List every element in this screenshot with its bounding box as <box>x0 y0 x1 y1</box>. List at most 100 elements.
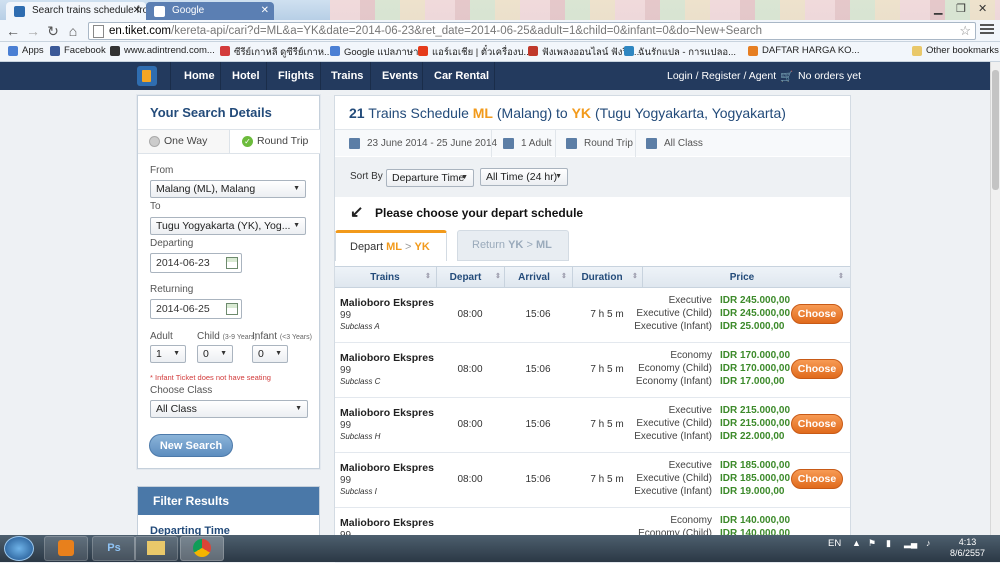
forward-icon[interactable]: → <box>24 22 42 40</box>
from-name: (Malang) <box>496 105 553 121</box>
system-clock[interactable]: 4:13 8/6/2557 <box>950 537 985 559</box>
sort-icon[interactable]: ⇕ <box>632 272 638 280</box>
return-tab[interactable]: Return YK > ML <box>457 230 569 261</box>
explorer-icon[interactable] <box>134 536 178 561</box>
infant-value: 0 <box>258 348 264 360</box>
back-icon[interactable]: ← <box>4 22 22 40</box>
to-word: to <box>556 105 568 121</box>
to-name: (Tugu Yogyakarta, Yogyakarta) <box>594 105 786 121</box>
google-favicon-icon <box>154 6 165 17</box>
bookmark-item[interactable]: Google แปลภาษา <box>330 45 418 60</box>
home-icon[interactable]: ⌂ <box>64 22 82 40</box>
chrome-menu-icon[interactable] <box>980 22 994 36</box>
choose-button[interactable]: Choose <box>791 304 843 324</box>
nav-hotel[interactable]: Hotel <box>232 70 260 82</box>
to-select[interactable]: Tugu Yogyakarta (YK), Yog... ▼ <box>150 217 306 235</box>
volume-icon[interactable]: ♪ <box>926 538 931 548</box>
class-select[interactable]: All Class ▼ <box>150 400 308 418</box>
nav-home[interactable]: Home <box>184 70 215 82</box>
depart-tab-to: YK <box>414 241 430 253</box>
flag-icon[interactable]: ⚑ <box>868 538 876 549</box>
start-button-icon[interactable] <box>4 536 34 561</box>
sort-select[interactable]: Departure Time ▼ <box>386 169 474 187</box>
sort-icon[interactable]: ⇕ <box>561 272 567 280</box>
results-count: 21 <box>349 105 365 121</box>
calendar-icon[interactable] <box>226 257 238 269</box>
cart-status[interactable]: No orders yet <box>798 70 861 82</box>
language-indicator[interactable]: EN <box>828 538 841 549</box>
network-icon[interactable]: ▮ <box>886 538 891 549</box>
clock-date: 8/6/2557 <box>950 548 986 558</box>
nav-trains[interactable]: Trains <box>331 70 363 82</box>
search-summary-bar: 23 June 2014 - 25 June 2014 1 Adult Roun… <box>335 129 850 157</box>
sort-by-label: Sort By <box>350 171 383 182</box>
sort-icon[interactable]: ⇕ <box>425 272 431 280</box>
choose-button[interactable]: Choose <box>791 414 843 434</box>
page-scrollbar[interactable] <box>990 62 1000 535</box>
other-bookmarks[interactable]: Other bookmarks <box>912 45 999 56</box>
nav-flights[interactable]: Flights <box>278 70 314 82</box>
bookmark-favicon-icon <box>110 46 120 56</box>
one-way-option[interactable]: One Way <box>138 129 229 154</box>
header-price[interactable]: Price <box>642 272 842 283</box>
child-select[interactable]: 0 ▼ <box>197 345 233 363</box>
nav-car-rental[interactable]: Car Rental <box>434 70 489 82</box>
choose-button[interactable]: Choose <box>791 359 843 379</box>
close-tab-icon[interactable]: ✕ <box>261 5 269 16</box>
tab-tiket[interactable]: Search trains schedule fro ✕ <box>6 2 146 20</box>
reload-icon[interactable]: ↻ <box>44 22 62 40</box>
tab-google[interactable]: Google ✕ <box>146 2 274 20</box>
sort-icon[interactable]: ⇕ <box>495 272 501 280</box>
header-arrival[interactable]: Arrival <box>504 272 564 283</box>
bookmark-item[interactable]: Apps <box>8 45 44 56</box>
train-number: 99 <box>340 310 352 321</box>
round-trip-option[interactable]: ✓ Round Trip <box>229 129 320 154</box>
infant-select[interactable]: 0 ▼ <box>252 345 288 363</box>
signal-icon[interactable]: ▂▄ <box>904 538 917 549</box>
adult-select[interactable]: 1 ▼ <box>150 345 186 363</box>
calendar-icon[interactable] <box>226 303 238 315</box>
bookmark-item[interactable]: ฉันรักแปล - การแปลอ... <box>624 45 736 60</box>
tiket-logo-icon[interactable] <box>137 66 157 86</box>
bookmark-item[interactable]: DAFTAR HARGA KO... <box>748 45 859 56</box>
chrome-taskbar-icon[interactable] <box>180 536 224 561</box>
maximize-icon[interactable]: ❐ <box>956 2 966 15</box>
depart-time: 08:00 <box>457 474 483 485</box>
time-filter-select[interactable]: All Time (24 hr) ▼ <box>480 168 568 186</box>
header-depart[interactable]: Depart <box>436 272 495 283</box>
login-register-link[interactable]: Login / Register / Agent <box>667 70 776 82</box>
close-tab-icon[interactable]: ✕ <box>133 5 141 16</box>
header-duration[interactable]: Duration <box>572 272 632 283</box>
bookmark-item[interactable]: www.adintrend.com... <box>110 45 215 56</box>
tray-expand-icon[interactable]: ▲ <box>852 538 861 548</box>
infant-label: Infant (<3 Years) <box>252 331 312 342</box>
sort-icon[interactable]: ⇕ <box>838 272 844 280</box>
bookmark-item[interactable]: แอร์เอเชีย | ตั๋วเครื่องบ... <box>418 45 531 60</box>
minimize-icon[interactable]: ▁ <box>934 2 942 15</box>
choose-button[interactable]: Choose <box>791 469 843 489</box>
bookmark-label: ฉันรักแปล - การแปลอ... <box>638 47 737 58</box>
window-close-icon[interactable]: ✕ <box>978 2 987 15</box>
browser-tab-bar: Search trains schedule fro ✕ Google ✕ ▁ … <box>0 0 1000 20</box>
bookmark-favicon-icon <box>330 46 340 56</box>
scrollbar-thumb[interactable] <box>992 70 999 190</box>
fare-class: Executive (Child) <box>636 473 712 484</box>
cart-icon[interactable]: 🛒 <box>780 70 793 83</box>
depart-tab[interactable]: Depart ML > YK <box>335 230 447 261</box>
media-player-icon[interactable] <box>44 536 88 561</box>
from-select[interactable]: Malang (ML), Malang ▼ <box>150 180 306 198</box>
table-row: Malioboro Ekspres 99 Subclass I 08:00 15:06 7… <box>335 453 850 508</box>
returning-date-input[interactable]: 2014-06-25 <box>150 299 242 319</box>
bookmark-item[interactable]: ซีรีย์เกาหลี ดูซีรีย์เกาห... <box>220 45 332 60</box>
photoshop-taskbar-button[interactable]: Ps <box>92 536 136 561</box>
filter-title: Filter Results <box>138 487 319 515</box>
bookmark-item[interactable]: Facebook <box>50 45 106 56</box>
bookmark-star-icon[interactable]: ☆ <box>959 23 971 39</box>
returning-value: 2014-06-25 <box>156 303 210 315</box>
departing-date-input[interactable]: 2014-06-23 <box>150 253 242 273</box>
nav-events[interactable]: Events <box>382 70 418 82</box>
bookmark-favicon-icon <box>748 46 758 56</box>
new-search-button[interactable]: New Search <box>149 434 233 457</box>
header-trains[interactable]: Trains <box>335 272 435 283</box>
address-bar[interactable]: en.tiket.com/kereta-api/cari?d=ML&a=YK&d… <box>88 22 976 40</box>
